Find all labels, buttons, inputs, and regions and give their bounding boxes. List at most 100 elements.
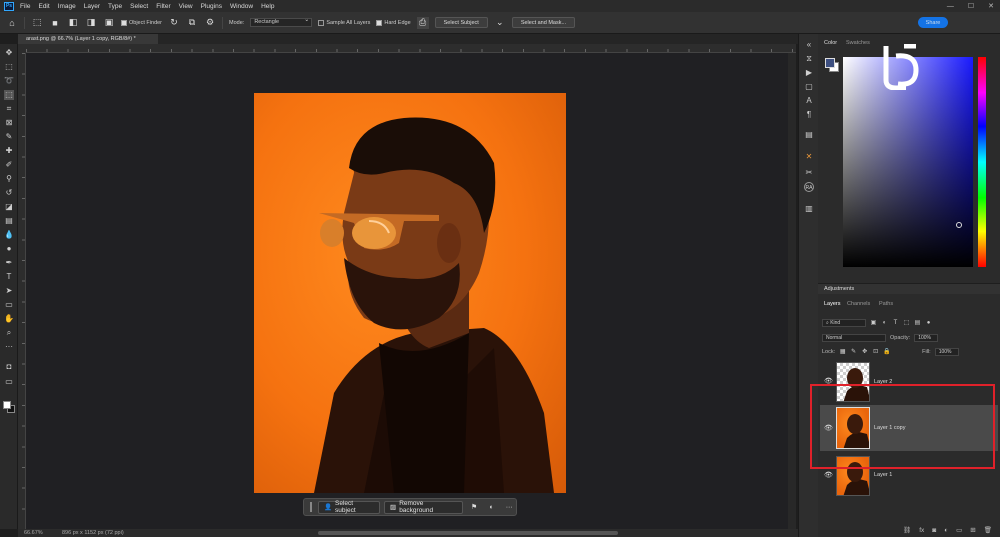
hard-edge-toggle[interactable]: Hard Edge [376,19,411,26]
menu-edit[interactable]: Edit [38,3,49,10]
color-picker-handle[interactable] [956,222,962,228]
gradient-tool-icon[interactable]: ▤ [4,216,14,226]
sample-all-layers-toggle[interactable]: Sample All Layers [318,19,370,26]
link-layers-icon[interactable]: ⛓ [903,526,911,534]
marquee-tool-icon[interactable]: ⬚ [4,62,14,72]
chevron-down-icon[interactable]: ⌄ [494,17,506,29]
quick-mask-icon[interactable]: ◘ [4,362,14,372]
select-subject-button[interactable]: Select Subject [434,17,488,28]
menu-type[interactable]: Type [108,3,122,10]
tools-icon[interactable]: ✂ [804,168,814,178]
brushes-icon[interactable]: ✕ [804,152,814,162]
horizontal-ruler[interactable] [26,44,796,53]
eyedropper-tool-icon[interactable]: ✎ [4,132,14,142]
layer-name[interactable]: Layer 1 [874,472,892,478]
path-selection-tool-icon[interactable]: ➤ [4,286,14,296]
fx-icon[interactable]: fx [919,527,924,534]
new-group-icon[interactable]: ▭ [956,526,962,534]
lock-transparent-icon[interactable]: ▦ [839,348,846,355]
show-all-objects-icon[interactable]: ⧉ [186,17,198,29]
clone-stamp-tool-icon[interactable]: ⚲ [4,174,14,184]
sample-all-layers-checkbox[interactable] [318,19,325,26]
zoom-tool-icon[interactable]: ⌕ [4,328,14,338]
object-selection-tool-icon[interactable]: ⬚ [31,17,43,29]
object-finder-checkbox[interactable] [121,19,127,26]
menu-file[interactable]: File [20,3,30,10]
document-canvas[interactable] [254,93,566,493]
hand-tool-icon[interactable]: ✋ [4,314,14,324]
add-mask-icon[interactable]: ◙ [932,527,936,534]
lock-pixels-icon[interactable]: ✎ [850,348,857,355]
collapse-icon[interactable]: « [804,40,814,50]
canvas-workspace[interactable] [26,53,788,529]
dodge-tool-icon[interactable]: ● [4,244,14,254]
lock-artboard-icon[interactable]: ⊡ [872,348,879,355]
blend-mode-select[interactable]: Normal [822,333,886,342]
maximize-icon[interactable]: ☐ [968,2,974,10]
horizontal-scrollbar[interactable] [318,531,618,535]
actions-play-icon[interactable]: ▶ [804,68,814,78]
character-icon[interactable]: A [804,96,814,106]
pixel-filter-icon[interactable]: ▣ [870,319,877,326]
frame-tool-icon[interactable]: ⊠ [4,118,14,128]
hue-slider[interactable] [978,57,986,267]
adjustments-header[interactable]: Adjustments [818,283,1000,294]
menu-layer[interactable]: Layer [84,3,100,10]
new-selection-icon[interactable]: ■ [49,17,61,29]
add-selection-icon[interactable]: ◧ [67,17,79,29]
history-icon[interactable]: ⧖ [804,54,814,64]
hard-edge-checkbox[interactable] [376,19,383,26]
minimize-icon[interactable]: — [947,3,954,10]
comments-icon[interactable]: ▢ [804,82,814,92]
remove-background-button[interactable]: ▨ Remove background [384,500,464,514]
foreground-color-swatch[interactable] [3,401,11,409]
opacity-field[interactable]: 100% [914,333,939,342]
menu-plugins[interactable]: Plugins [201,3,222,10]
more-options-icon[interactable]: ··· [502,504,516,511]
lasso-tool-icon[interactable]: ➰ [4,76,14,86]
filter-toggle-icon[interactable]: ● [925,320,932,326]
more-tools-icon[interactable]: ··· [4,342,14,352]
adjustment-presets-icon[interactable]: RA [804,182,814,192]
brush-tool-icon[interactable]: ✐ [4,160,14,170]
home-icon[interactable]: ⌂ [6,17,18,29]
menu-filter[interactable]: Filter [156,3,170,10]
properties-icon[interactable]: ▥ [804,204,814,214]
mode-select[interactable]: Rectangle [250,17,313,27]
settings-gear-icon[interactable]: ⚙ [204,17,216,29]
paragraph-icon[interactable]: ¶ [804,110,814,120]
shape-filter-icon[interactable]: ⬚ [903,319,910,326]
lock-position-icon[interactable]: ✥ [861,348,868,355]
menu-window[interactable]: Window [230,3,253,10]
blur-tool-icon[interactable]: 💧 [4,230,14,240]
fill-field[interactable]: 100% [934,347,959,356]
tab-channels[interactable]: Channels [847,301,870,307]
document-tab[interactable]: arast.png @ 66.7% (Layer 1 copy, RGB/8#)… [18,34,158,44]
intersect-selection-icon[interactable]: ▣ [103,17,115,29]
tab-swatches[interactable]: Swatches [846,40,870,46]
eraser-tool-icon[interactable]: ◪ [4,202,14,212]
history-brush-tool-icon[interactable]: ↺ [4,188,14,198]
lock-all-icon[interactable]: 🔒 [883,348,890,355]
menu-select[interactable]: Select [130,3,148,10]
delete-layer-icon[interactable]: 🗑 [984,526,992,534]
select-subject-button[interactable]: 👤 Select subject [317,500,381,514]
tab-color[interactable]: Color [824,40,837,46]
subtract-selection-icon[interactable]: ◨ [85,17,97,29]
vertical-ruler[interactable] [18,53,26,529]
rectangle-tool-icon[interactable]: ▭ [4,300,14,310]
share-button[interactable]: Share [918,17,948,28]
close-icon[interactable]: ✕ [988,2,994,10]
smart-object-filter-icon[interactable]: ▤ [914,319,921,326]
adjust-icon[interactable]: ⚑ [467,503,481,511]
menu-image[interactable]: Image [58,3,76,10]
foreground-color-chip[interactable] [825,58,835,68]
screen-mode-icon[interactable]: ▭ [4,377,14,387]
object-finder-toggle[interactable]: Object Finder [121,19,162,26]
layer-filter-kind[interactable]: ⌕ Kind [822,318,866,327]
print-icon[interactable]: ⎙ [416,16,429,29]
type-tool-icon[interactable]: T [4,272,14,282]
tab-layers[interactable]: Layers [824,301,841,307]
vertical-scrollbar[interactable] [788,53,796,529]
select-and-mask-button[interactable]: Select and Mask... [511,17,576,28]
